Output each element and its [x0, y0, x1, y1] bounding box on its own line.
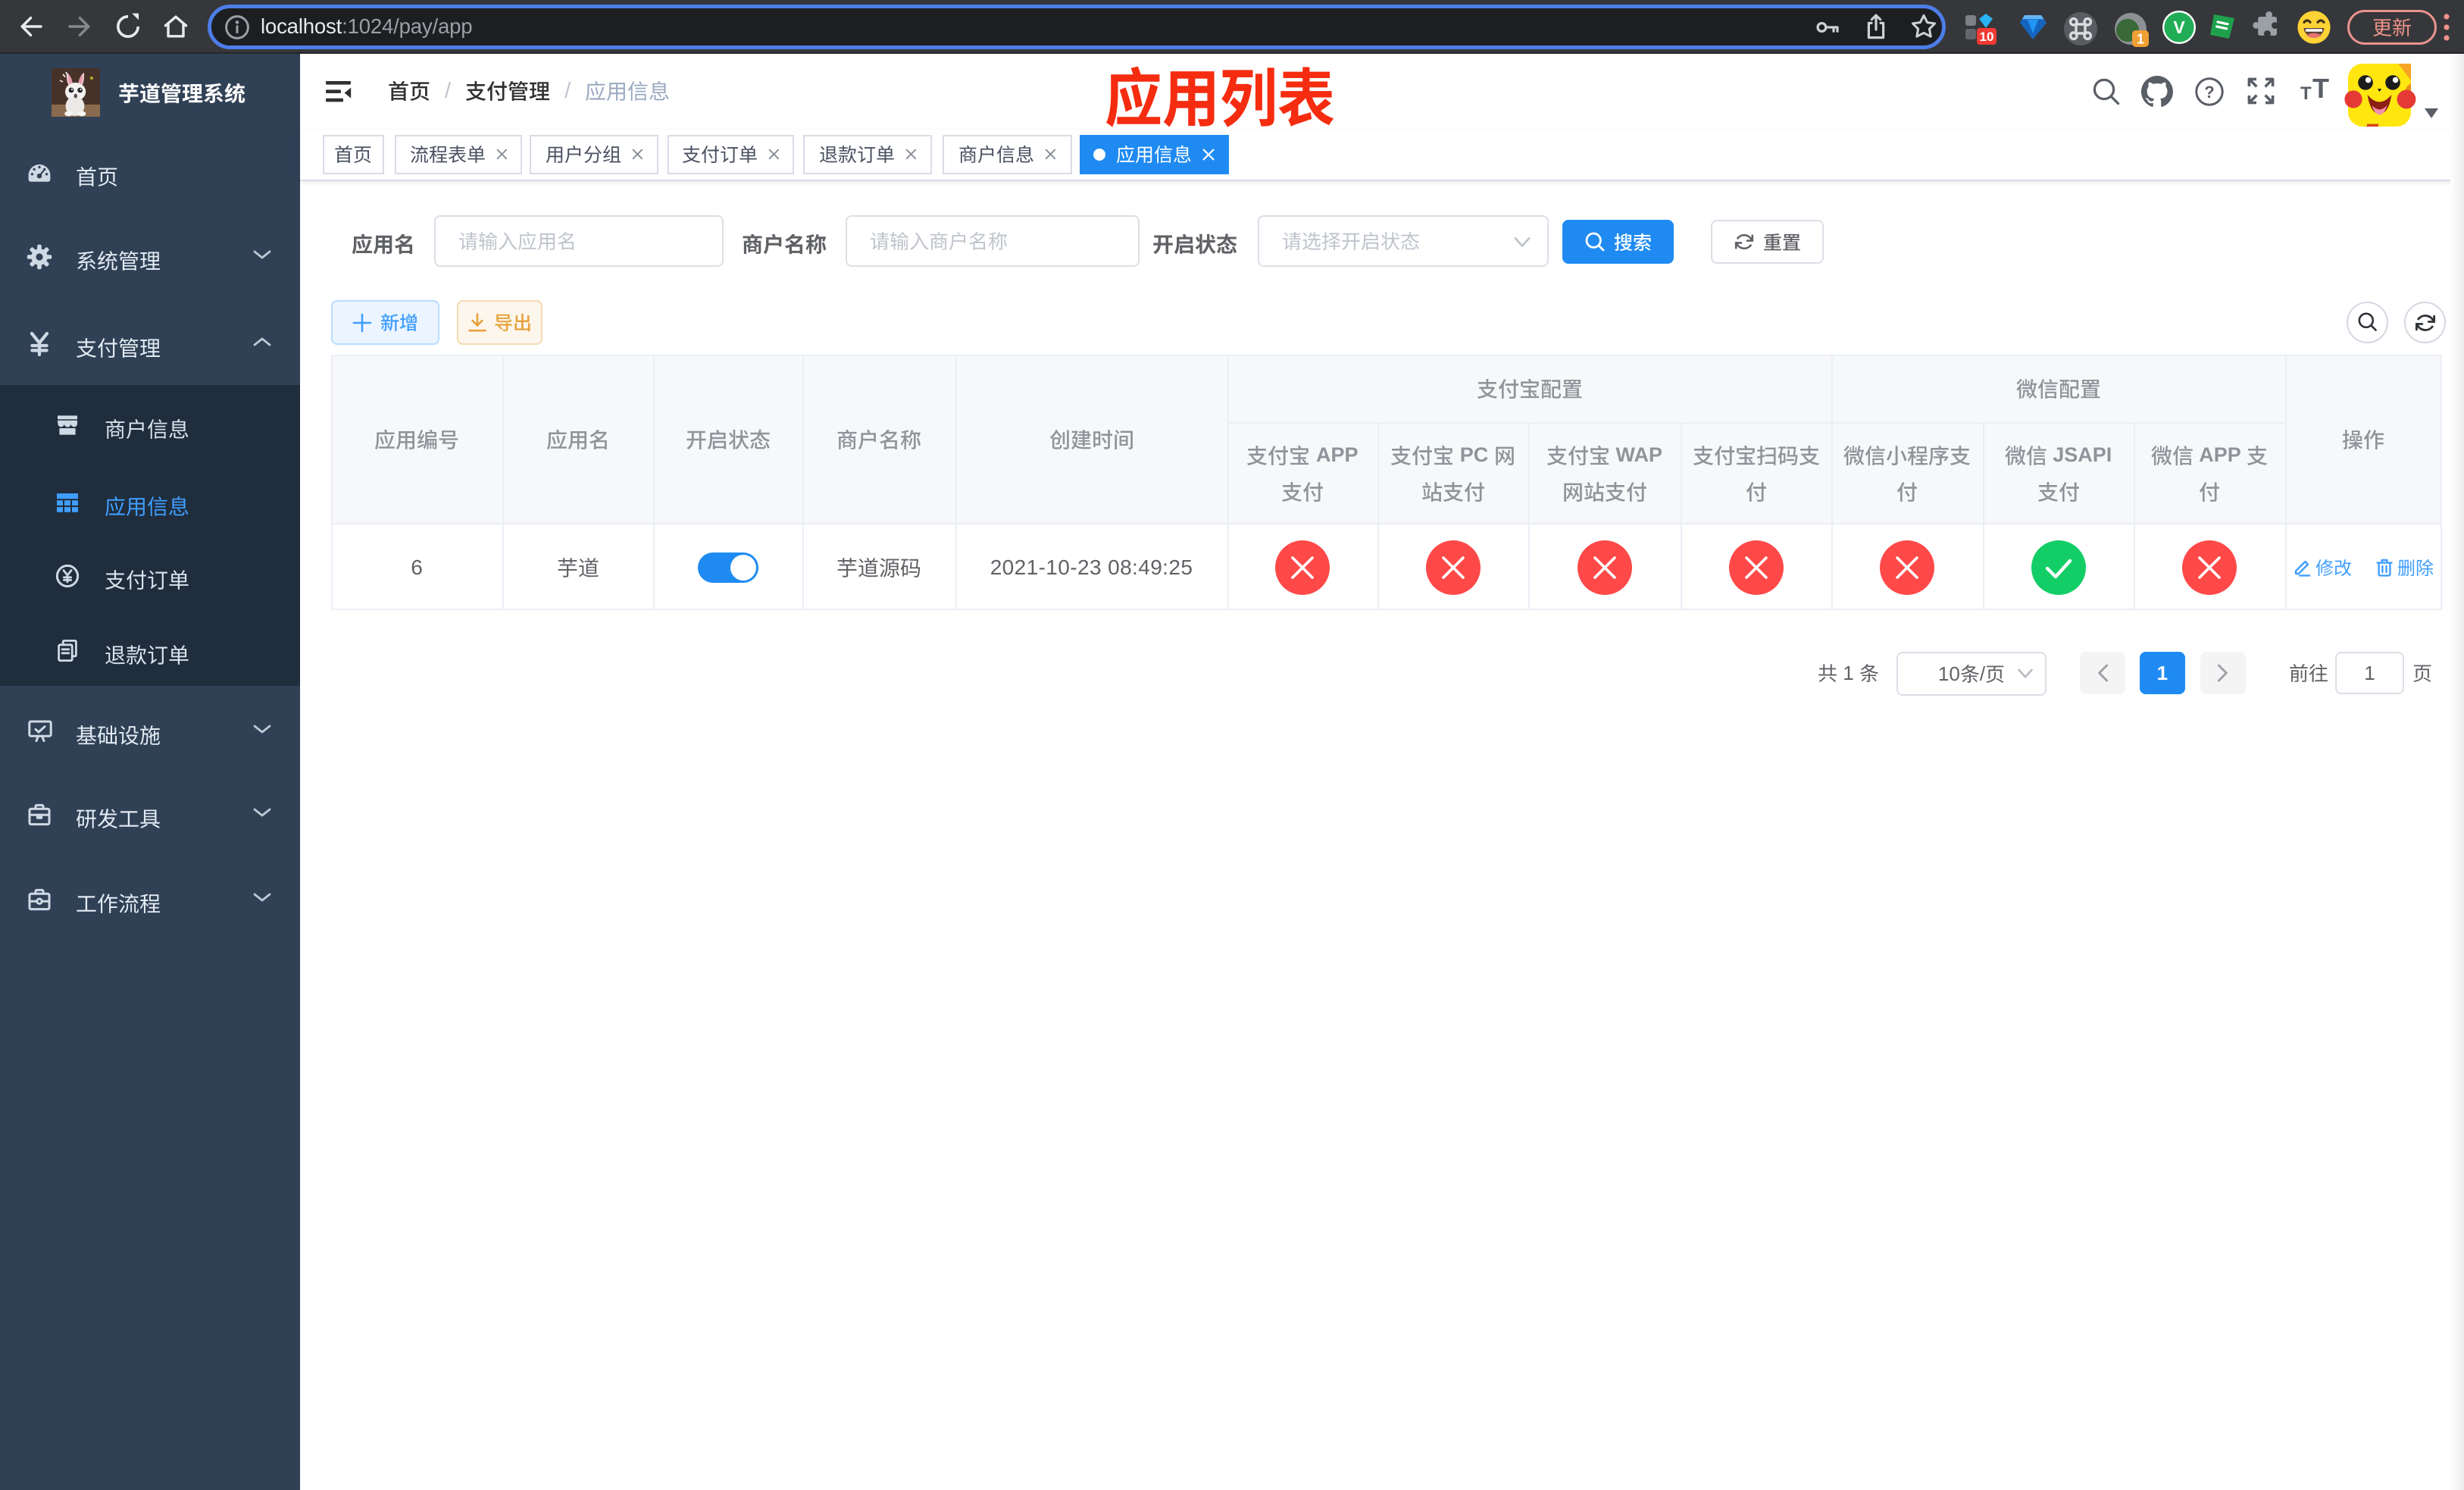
- svg-text:1: 1: [2137, 31, 2144, 46]
- svg-text:V: V: [2173, 17, 2185, 37]
- svg-text:10: 10: [1980, 30, 1994, 44]
- svg-text:?: ?: [2204, 83, 2214, 102]
